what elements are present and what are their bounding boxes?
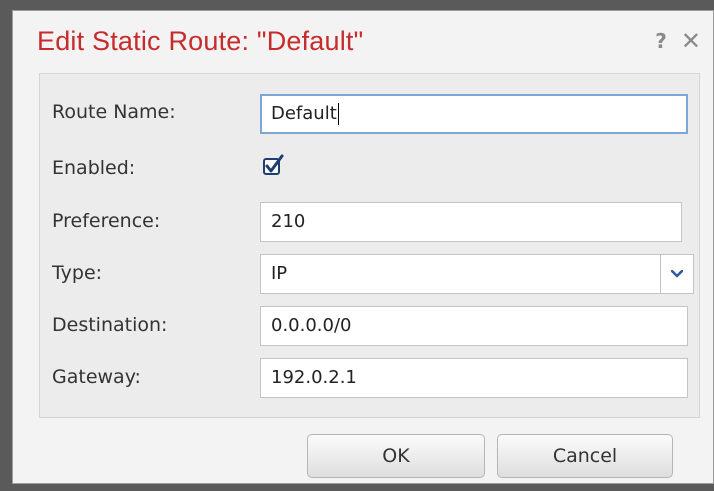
type-label: Type: xyxy=(52,262,103,284)
close-icon[interactable]: ✕ xyxy=(681,29,701,53)
help-icon[interactable]: ? xyxy=(655,29,667,53)
enabled-label: Enabled: xyxy=(52,157,136,179)
edit-static-route-dialog: Edit Static Route: "Default" ? ✕ Route N… xyxy=(12,10,714,484)
route-name-label: Route Name: xyxy=(52,101,176,123)
destination-input[interactable]: 0.0.0.0/0 xyxy=(260,306,688,346)
gateway-value: 192.0.2.1 xyxy=(271,367,357,388)
text-caret xyxy=(337,103,339,125)
form-panel: Route Name: Default Enabled: Preference:… xyxy=(39,73,700,418)
route-name-value: Default xyxy=(271,103,337,124)
ok-button[interactable]: OK xyxy=(307,434,485,478)
enabled-checkbox[interactable] xyxy=(262,154,284,176)
preference-label: Preference: xyxy=(52,210,161,232)
preference-input[interactable]: 210 xyxy=(260,202,682,242)
preference-value: 210 xyxy=(271,211,306,232)
chevron-down-icon[interactable] xyxy=(660,255,693,293)
cancel-button[interactable]: Cancel xyxy=(497,434,673,478)
destination-label: Destination: xyxy=(52,314,168,336)
gateway-input[interactable]: 192.0.2.1 xyxy=(260,358,688,398)
type-select[interactable]: IP xyxy=(260,254,694,294)
title-icons: ? ✕ xyxy=(655,29,701,53)
type-value: IP xyxy=(271,263,288,284)
dialog-title: Edit Static Route: "Default" xyxy=(37,26,364,56)
gateway-label: Gateway: xyxy=(52,366,141,388)
destination-value: 0.0.0.0/0 xyxy=(271,315,352,336)
route-name-input[interactable]: Default xyxy=(260,94,688,134)
